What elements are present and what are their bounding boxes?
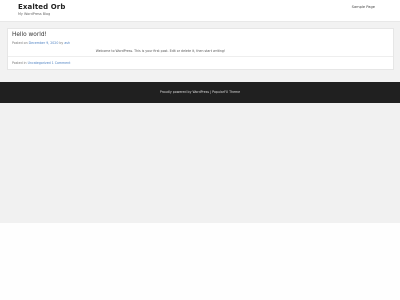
post-date-link[interactable]: December 9, 2020 (29, 41, 59, 45)
category-link[interactable]: Uncategorized (28, 61, 51, 65)
nav-item-sample-page[interactable]: Sample Page (352, 5, 375, 9)
post-title[interactable]: Hello world! (12, 32, 47, 38)
post-author-link[interactable]: ash (64, 41, 70, 45)
site-title[interactable]: Exalted Orb (18, 3, 65, 11)
footer-credits: Proudly powered by WordPress | PopularFX… (159, 90, 241, 94)
site-description: My WordPress Blog (18, 12, 51, 16)
meta-prefix: Posted on (12, 41, 28, 45)
post-card: Hello world! Posted on December 9, 2020 … (7, 28, 394, 70)
site-header: Exalted Orb My WordPress Blog Sample Pag… (0, 0, 400, 22)
page: Exalted Orb My WordPress Blog Sample Pag… (0, 0, 400, 300)
post-meta: Posted on December 9, 2020 by ash (12, 41, 70, 45)
comments-link[interactable]: 1 Comment (52, 61, 71, 65)
post-footer: Posted in Uncategorized 1 Comment (8, 56, 393, 67)
meta-by: by (59, 41, 64, 45)
below-footer-area (0, 103, 400, 223)
posted-in-label: Posted in (12, 61, 27, 65)
site-footer: Proudly powered by WordPress | PopularFX… (0, 82, 400, 103)
post-content: Welcome to WordPress. This is your first… (95, 49, 226, 53)
